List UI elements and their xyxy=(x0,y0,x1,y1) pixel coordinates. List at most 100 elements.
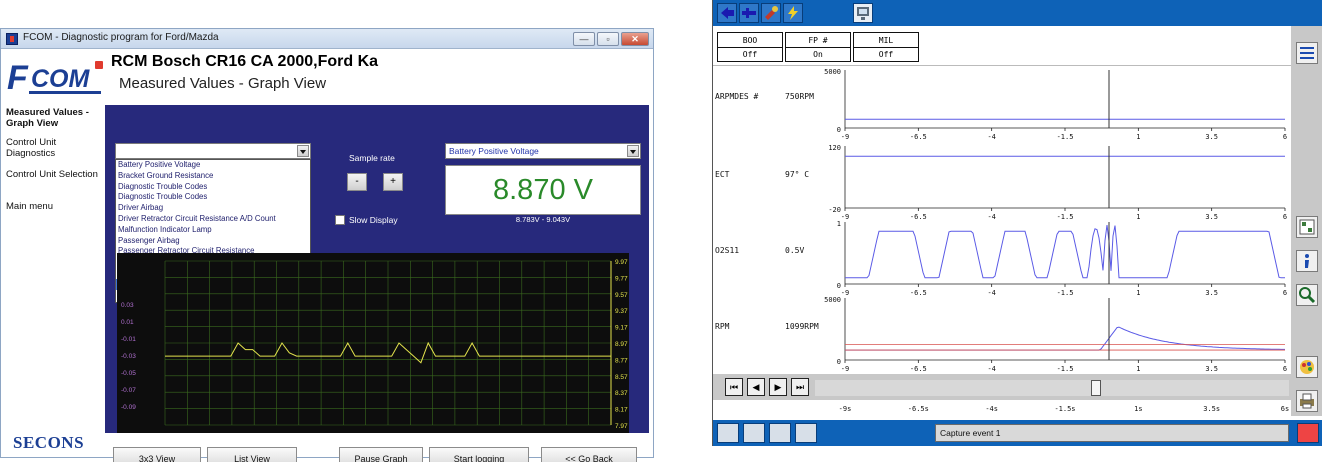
next-frame-button[interactable]: ▶ xyxy=(769,378,787,396)
dropdown-option[interactable]: Battery Positive Voltage xyxy=(116,160,310,171)
voltage-graph-svg: 9.97 9.77 9.57 9.37 9.17 8.97 8.77 8.57 8.37 8.17… xyxy=(121,259,628,430)
channel-ymax-label: 1 xyxy=(837,220,841,228)
left-value-select[interactable] xyxy=(115,143,311,159)
logo-text: COM xyxy=(31,65,90,93)
nav-main-menu[interactable]: Main menu xyxy=(6,201,102,212)
grid-icon[interactable] xyxy=(795,423,817,443)
dropdown-option[interactable]: Diagnostic Trouble Codes xyxy=(116,192,310,203)
connector-icon[interactable] xyxy=(739,3,759,23)
table-icon[interactable] xyxy=(769,423,791,443)
pid-mil[interactable]: MIL Off xyxy=(853,32,919,62)
list-view-button[interactable]: List View xyxy=(207,447,297,462)
report-icon[interactable] xyxy=(717,423,739,443)
time-scrollbar-thumb[interactable] xyxy=(1091,380,1101,396)
graph-right-tick-label: 7.97 xyxy=(615,423,628,430)
pid-fp[interactable]: FP # On xyxy=(785,32,851,62)
chevron-down-icon[interactable] xyxy=(627,145,639,157)
channel-x-tick-label: -1.5 xyxy=(1057,213,1074,221)
graph-panel: Battery Positive Voltage Bracket Ground R… xyxy=(105,105,649,433)
channel-x-tick-label: -9 xyxy=(841,213,849,221)
channel-x-tick-label: 1 xyxy=(1136,365,1140,373)
time-scrollbar[interactable] xyxy=(815,380,1289,396)
sample-rate-increase-button[interactable]: + xyxy=(383,173,403,191)
maximize-button[interactable]: ▫ xyxy=(597,32,619,46)
graph-right-tick-label: 8.77 xyxy=(615,357,628,364)
channel-value: 97° C xyxy=(785,170,809,179)
info-icon[interactable] xyxy=(1296,250,1318,272)
nav-control-unit-selection[interactable]: Control Unit Selection xyxy=(6,169,102,180)
dropdown-option[interactable]: Driver Retractor Circuit Resistance A/D … xyxy=(116,214,310,225)
channel-x-tick-label: -4 xyxy=(987,133,995,141)
channel-plots-svg: ARPMDES #750RPM50000-9 -6.5 -4 -1.5 1 3.5 6ECT… xyxy=(715,68,1287,373)
pid-boo-name: BOO xyxy=(718,34,782,48)
channel-value: 1099RPM xyxy=(785,322,819,331)
back-arrow-icon[interactable] xyxy=(717,3,737,23)
nav-measured-values-graph[interactable]: Measured Values - Graph View xyxy=(6,107,102,129)
channel-x-tick-label: 6 xyxy=(1283,133,1287,141)
start-logging-button[interactable]: Start logging xyxy=(429,447,529,462)
minimize-button[interactable]: — xyxy=(573,32,595,46)
graph-right-tick-label: 9.57 xyxy=(615,292,628,299)
sample-rate-decrease-button[interactable]: - xyxy=(347,173,367,191)
channel-ymax-label: 120 xyxy=(828,144,841,152)
dropdown-option[interactable]: Passenger Airbag xyxy=(116,236,310,247)
view-3x3-button[interactable]: 3x3 View xyxy=(113,447,201,462)
channel-x-tick-label: -9 xyxy=(841,289,849,297)
network-icon[interactable] xyxy=(853,3,873,23)
time-axis-svg: -9s -6.5s -4s -1.5s 1s 3.5s 6s xyxy=(839,405,1290,413)
time-tick-label: -9s xyxy=(839,405,852,413)
go-back-button[interactable]: << Go Back xyxy=(541,447,637,462)
scan-status-bar: Capture event 1 xyxy=(713,420,1322,446)
time-tick-label: -6.5s xyxy=(908,405,929,413)
tools-icon[interactable] xyxy=(761,3,781,23)
pid-fp-value: On xyxy=(813,50,823,59)
voltage-graph: 9.97 9.77 9.57 9.37 9.17 8.97 8.77 8.57 8.37 8.17… xyxy=(117,253,629,433)
value-range-label: 8.783V - 9.043V xyxy=(515,215,571,224)
channel-trace xyxy=(845,326,1285,351)
channel-x-tick-label: -1.5 xyxy=(1057,365,1074,373)
palette-icon[interactable] xyxy=(1296,356,1318,378)
channel-ymax-label: 5000 xyxy=(824,296,841,304)
pid-boo[interactable]: BOO Off xyxy=(717,32,783,62)
clipboard-icon[interactable] xyxy=(743,423,765,443)
scan-sidebar xyxy=(1291,26,1322,416)
graph-right-tick-label: 8.97 xyxy=(615,341,628,348)
dropdown-option[interactable]: Driver Airbag xyxy=(116,203,310,214)
chevron-down-icon[interactable] xyxy=(297,145,309,157)
lightning-icon[interactable] xyxy=(783,3,803,23)
scan-tool-window: BOO Off FP # On MIL Off ARPMDES # 750RPM 5… xyxy=(712,0,1322,446)
channel-x-tick-label: 1 xyxy=(1136,289,1140,297)
fcom-window-title: FCOM - Diagnostic program for Ford/Mazda xyxy=(23,32,219,43)
zoom-icon[interactable] xyxy=(1296,284,1318,306)
dropdown-option[interactable]: Bracket Ground Resistance xyxy=(116,171,310,182)
pause-graph-button[interactable]: Pause Graph xyxy=(339,447,423,462)
right-value-select[interactable]: Battery Positive Voltage xyxy=(445,143,641,159)
channel-x-tick-label: 1 xyxy=(1136,213,1140,221)
fcom-title-bar[interactable]: FCOM - Diagnostic program for Ford/Mazda… xyxy=(1,29,653,49)
channel-x-tick-label: -4 xyxy=(987,289,995,297)
list-icon[interactable] xyxy=(1296,42,1318,64)
channel-x-tick-label: 3.5 xyxy=(1205,213,1218,221)
ecu-title: RCM Bosch CR16 CA 2000,Ford Ka xyxy=(111,53,379,70)
graph-layout-icon[interactable] xyxy=(1296,216,1318,238)
slow-display-checkbox[interactable] xyxy=(335,215,345,225)
channel-trace xyxy=(845,225,1285,279)
graph-left-tick-label: 0.01 xyxy=(121,319,134,326)
logo-bar xyxy=(29,91,101,94)
current-value-display: 8.870 V xyxy=(445,165,641,215)
playback-controls: ⏮ ◀ ▶ ⏭ xyxy=(713,374,1291,400)
prev-frame-button[interactable]: ◀ xyxy=(747,378,765,396)
print-icon[interactable] xyxy=(1296,390,1318,412)
pid-mil-value: Off xyxy=(878,50,894,59)
close-button[interactable]: ✕ xyxy=(621,32,649,46)
dropdown-option[interactable]: Malfunction Indicator Lamp xyxy=(116,225,310,236)
time-tick-label: 1s xyxy=(1134,405,1142,413)
graph-right-tick-label: 8.17 xyxy=(615,407,628,414)
first-frame-button[interactable]: ⏮ xyxy=(725,378,743,396)
slow-display-label: Slow Display xyxy=(349,215,398,225)
graph-right-tick-label: 9.97 xyxy=(615,259,628,266)
dropdown-option[interactable]: Diagnostic Trouble Codes xyxy=(116,182,310,193)
last-frame-button[interactable]: ⏭ xyxy=(791,378,809,396)
nav-control-unit-diagnostics[interactable]: Control Unit Diagnostics xyxy=(6,137,102,159)
channel-x-tick-label: 3.5 xyxy=(1205,289,1218,297)
